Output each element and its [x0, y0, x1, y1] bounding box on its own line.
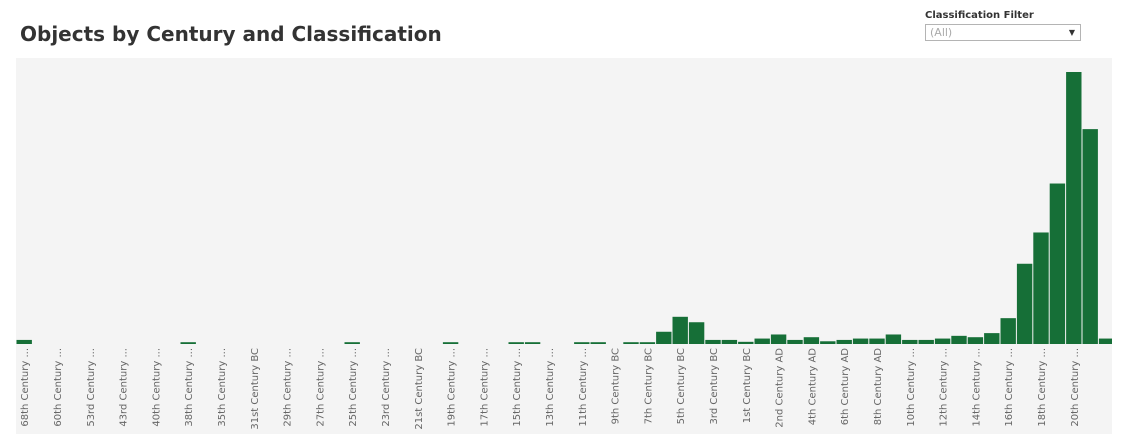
x-tick-label: 19th Century ...: [447, 348, 458, 427]
bar[interactable]: [902, 339, 918, 344]
bar[interactable]: [754, 338, 770, 344]
bar[interactable]: [705, 339, 721, 344]
bar[interactable]: [1000, 318, 1016, 344]
x-tick-label: 6th Century AD: [840, 348, 851, 426]
x-tick-label: 23rd Century ...: [381, 348, 392, 427]
x-tick-label: 17th Century ...: [479, 348, 490, 427]
x-tick-label: 16th Century ...: [1004, 348, 1015, 427]
bar[interactable]: [656, 331, 672, 344]
x-tick-label: 13th Century ...: [545, 348, 556, 427]
x-tick-label: 7th Century BC: [643, 348, 654, 424]
bar[interactable]: [1082, 129, 1098, 344]
bar[interactable]: [869, 338, 885, 344]
page-title: Objects by Century and Classification: [20, 22, 442, 46]
x-tick-label: 27th Century ...: [315, 348, 326, 427]
x-tick-label: 10th Century ...: [906, 348, 917, 427]
x-tick-label: 25th Century ...: [348, 348, 359, 427]
bar[interactable]: [934, 338, 951, 344]
bar[interactable]: [1098, 338, 1115, 344]
x-tick-label: 11th Century ...: [578, 348, 589, 427]
x-tick-label: 18th Century ...: [1037, 348, 1048, 427]
bar[interactable]: [574, 342, 590, 344]
x-tick-label: 2nd Century AD: [775, 348, 786, 428]
bar[interactable]: [1049, 183, 1066, 344]
filter-label: Classification Filter: [925, 10, 1034, 21]
x-tick-label: 15th Century ...: [512, 348, 523, 427]
bar[interactable]: [639, 342, 656, 344]
bar[interactable]: [885, 334, 902, 344]
bar[interactable]: [524, 342, 541, 344]
bar[interactable]: [984, 333, 1000, 344]
bar[interactable]: [1033, 232, 1049, 344]
classification-dropdown[interactable]: (All) ▼: [925, 24, 1081, 41]
bar[interactable]: [16, 339, 32, 344]
bar[interactable]: [967, 337, 984, 344]
bar[interactable]: [787, 339, 803, 344]
bar[interactable]: [721, 339, 738, 344]
bar[interactable]: [951, 335, 967, 344]
bar[interactable]: [820, 341, 836, 344]
dropdown-triangle-icon: ▼: [1068, 28, 1075, 37]
x-tick-label: 5th Century BC: [676, 348, 687, 424]
x-tick-label: 1st Century BC: [742, 348, 753, 423]
bar[interactable]: [180, 342, 196, 344]
bar[interactable]: [344, 342, 360, 344]
x-tick-label: 53rd Century ...: [86, 348, 97, 427]
x-tick-label: 40th Century ...: [151, 348, 162, 427]
x-tick-label: 21st Century BC: [414, 348, 425, 430]
bar[interactable]: [672, 316, 688, 344]
bar-chart: 68th Century ... 60th Century ... 53rd Cen…: [16, 58, 1115, 434]
bar[interactable]: [770, 334, 787, 344]
x-tick-label: 43rd Century ...: [119, 348, 130, 427]
chart-area: 68th Century ... 60th Century ... 53rd Cen…: [16, 58, 1115, 434]
x-tick-label: 4th Century AD: [807, 348, 818, 426]
dropdown-selected-value: (All): [930, 26, 953, 39]
bar[interactable]: [918, 339, 934, 344]
x-tick-label: 9th Century BC: [611, 348, 622, 424]
bar[interactable]: [836, 339, 852, 344]
bar[interactable]: [1066, 72, 1082, 344]
x-tick-label: 29th Century ...: [283, 348, 294, 427]
x-tick-label: 68th Century ...: [20, 348, 31, 427]
x-tick-label: 12th Century ...: [939, 348, 950, 427]
bar[interactable]: [1016, 263, 1033, 344]
bar[interactable]: [852, 338, 869, 344]
x-tick-label: 20th Century ...: [1070, 348, 1081, 427]
bar[interactable]: [623, 342, 639, 344]
bar[interactable]: [508, 342, 524, 344]
bar[interactable]: [688, 322, 705, 344]
x-tick-label: 31st Century BC: [250, 348, 261, 430]
x-tick-label: 60th Century ...: [53, 348, 64, 427]
x-tick-label: 8th Century AD: [873, 348, 884, 426]
x-tick-label: 3rd Century BC: [709, 348, 720, 424]
x-tick-label: 38th Century ...: [184, 348, 195, 427]
classification-filter: Classification Filter (All) ▼: [925, 10, 1081, 41]
x-tick-label: 35th Century ...: [217, 348, 228, 427]
bar[interactable]: [590, 342, 606, 344]
bar[interactable]: [442, 342, 459, 344]
x-tick-label: 14th Century ...: [971, 348, 982, 427]
bar[interactable]: [803, 337, 820, 344]
bar[interactable]: [738, 341, 754, 344]
